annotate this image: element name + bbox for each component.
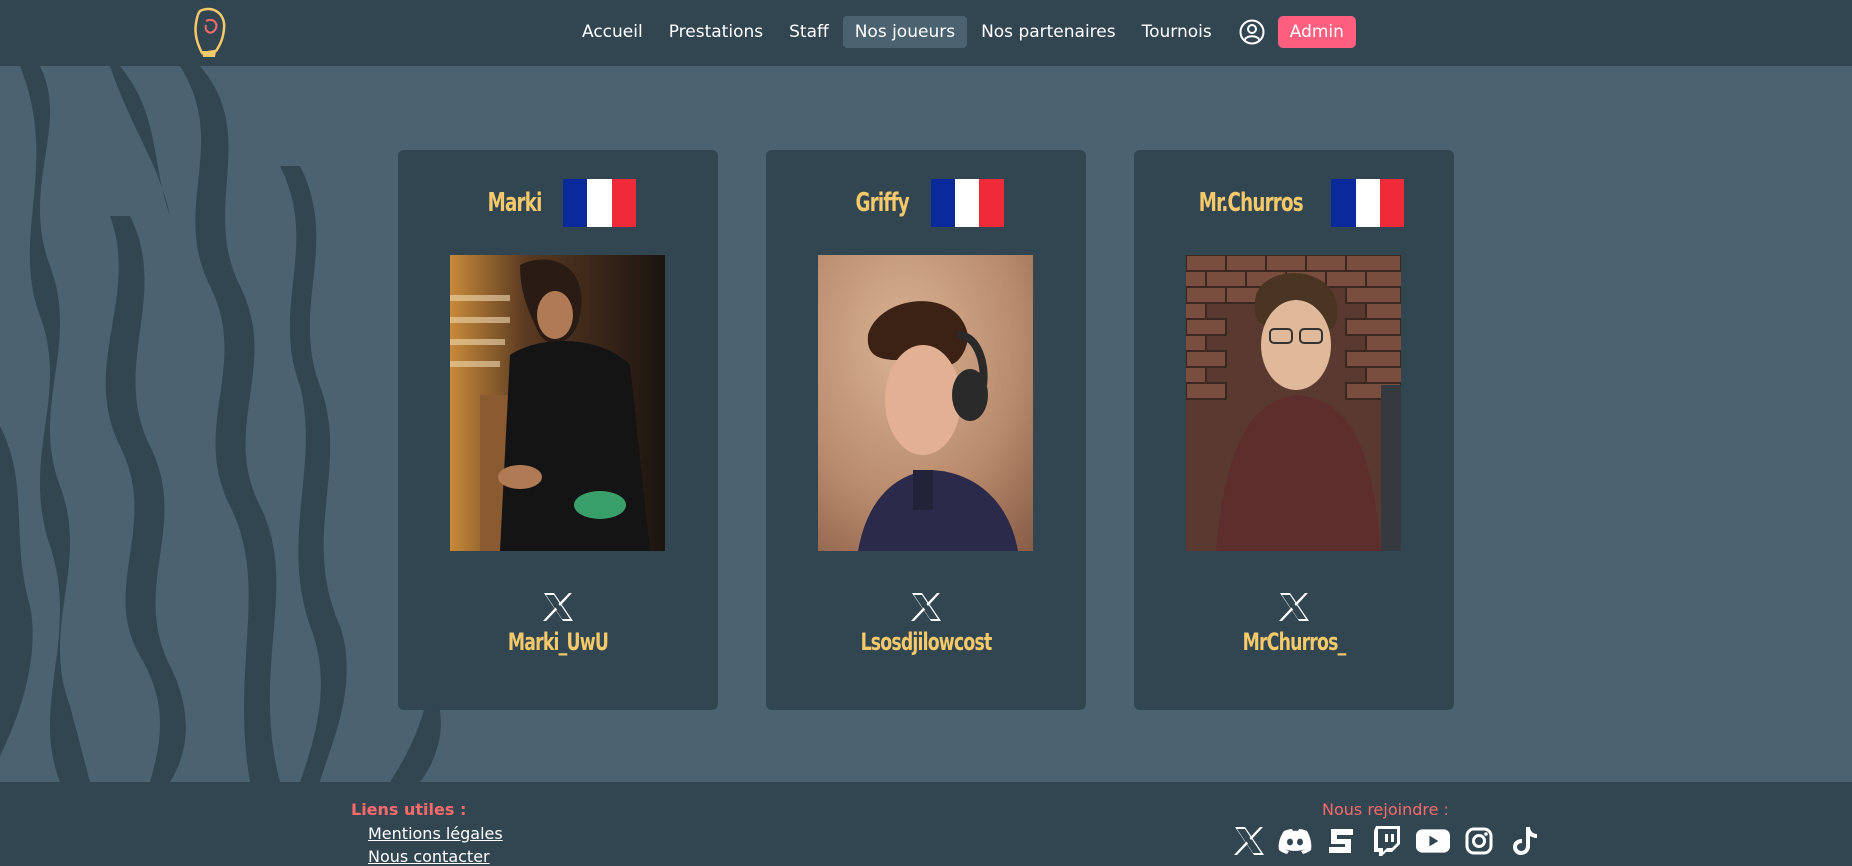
x-icon[interactable]	[1278, 592, 1310, 622]
player-card: Griffy Lsosdjilowcost	[766, 150, 1086, 710]
top-navbar: Accueil Prestations Staff Nos joueurs No…	[0, 0, 1852, 66]
nav-accueil[interactable]: Accueil	[570, 16, 655, 48]
player-photo	[1186, 255, 1401, 551]
x-icon[interactable]	[1232, 824, 1266, 858]
admin-button[interactable]: Admin	[1277, 16, 1356, 48]
player-social-handle[interactable]: Marki_UwU	[430, 628, 686, 656]
france-flag-icon	[1331, 179, 1405, 227]
player-name: Marki	[487, 188, 543, 218]
nav-nos-partenaires[interactable]: Nos partenaires	[969, 16, 1128, 48]
player-name: Griffy	[855, 188, 910, 218]
nav-prestations[interactable]: Prestations	[657, 16, 775, 48]
player-photo	[818, 255, 1033, 551]
nav-tournois[interactable]: Tournois	[1130, 16, 1224, 48]
nav-staff[interactable]: Staff	[777, 16, 841, 48]
user-circle-icon[interactable]	[1238, 18, 1266, 46]
player-card-header: Mr.Churros	[1134, 178, 1454, 228]
player-photo	[450, 255, 665, 551]
player-card-header: Marki	[398, 178, 718, 228]
footer-socials	[1232, 824, 1542, 858]
footer-join-title: Nous rejoindre :	[1322, 800, 1449, 819]
site-footer: Liens utiles : Mentions légales Nous con…	[0, 782, 1852, 866]
footer-link-nous-contacter[interactable]: Nous contacter	[368, 847, 490, 866]
player-social-handle[interactable]: MrChurros_	[1166, 628, 1422, 656]
france-flag-icon	[563, 179, 637, 227]
player-name: Mr.Churros	[1198, 188, 1303, 218]
startgg-icon[interactable]	[1324, 824, 1358, 858]
instagram-icon[interactable]	[1462, 824, 1496, 858]
x-icon[interactable]	[542, 592, 574, 622]
player-social-handle[interactable]: Lsosdjilowcost	[798, 628, 1054, 656]
player-card: Mr.Churros MrChurros_	[1134, 150, 1454, 710]
footer-links-title: Liens utiles :	[351, 800, 467, 819]
discord-icon[interactable]	[1278, 824, 1312, 858]
footer-link-mentions-legales[interactable]: Mentions légales	[368, 824, 503, 843]
nav-nos-joueurs[interactable]: Nos joueurs	[842, 16, 968, 48]
boxing-glove-logo[interactable]	[192, 7, 228, 59]
x-icon[interactable]	[910, 592, 942, 622]
players-grid: Marki Marki_UwU Griffy Lsosdjilowcost Mr…	[398, 150, 1454, 710]
youtube-icon[interactable]	[1416, 824, 1450, 858]
player-card-header: Griffy	[766, 178, 1086, 228]
player-card: Marki Marki_UwU	[398, 150, 718, 710]
twitch-icon[interactable]	[1370, 824, 1404, 858]
france-flag-icon	[930, 179, 1004, 227]
tiktok-icon[interactable]	[1508, 824, 1542, 858]
main-nav: Accueil Prestations Staff Nos joueurs No…	[570, 15, 1356, 49]
